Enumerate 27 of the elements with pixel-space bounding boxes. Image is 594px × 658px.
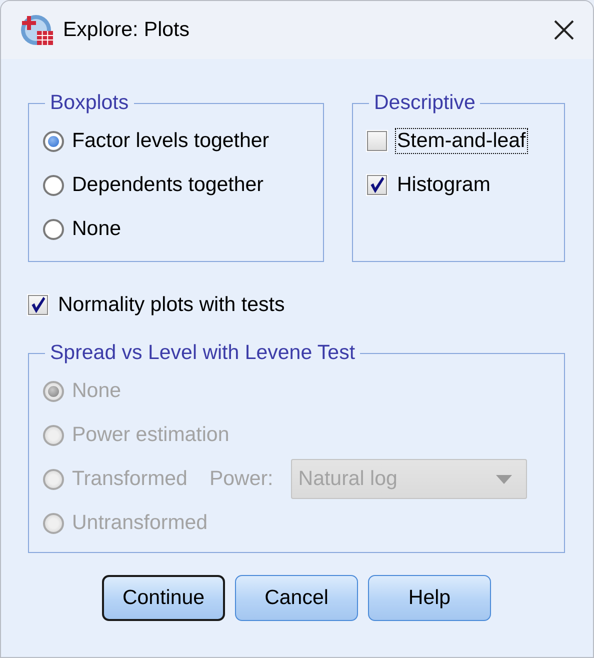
dialog-button[interactable]: Continue (102, 575, 225, 621)
radio-label: Transformed (72, 467, 188, 491)
close-icon[interactable] (553, 19, 575, 41)
group-title: Descriptive (373, 91, 476, 115)
radio-button[interactable] (43, 218, 64, 240)
radio-label[interactable]: None (72, 217, 122, 241)
radio-label: None (72, 379, 122, 403)
radio-label[interactable]: Dependents together (72, 173, 264, 197)
radio-button[interactable] (43, 130, 64, 152)
checkbox[interactable] (367, 175, 387, 195)
radio-button[interactable] (43, 174, 64, 196)
checkbox[interactable] (367, 131, 387, 151)
checkbox-label[interactable]: Histogram (396, 173, 492, 197)
power-label: Power: (209, 467, 274, 491)
dropdown-arrow-icon (496, 474, 512, 484)
dialog-button[interactable]: Cancel (235, 575, 358, 621)
app-icon (19, 12, 55, 48)
checkbox-label[interactable]: Normality plots with tests (57, 293, 286, 317)
window-title: Explore: Plots (63, 18, 190, 42)
checkbox[interactable] (28, 295, 48, 315)
dialog-button[interactable]: Help (368, 575, 491, 621)
radio-label: Power estimation (72, 423, 230, 447)
radio-label: Untransformed (72, 511, 208, 535)
radio-label[interactable]: Factor levels together (72, 129, 270, 153)
checkbox-label[interactable]: Stem-and-leaf (396, 129, 527, 153)
group-title: Spread vs Level with Levene Test (49, 341, 356, 365)
group-title: Boxplots (49, 91, 130, 115)
